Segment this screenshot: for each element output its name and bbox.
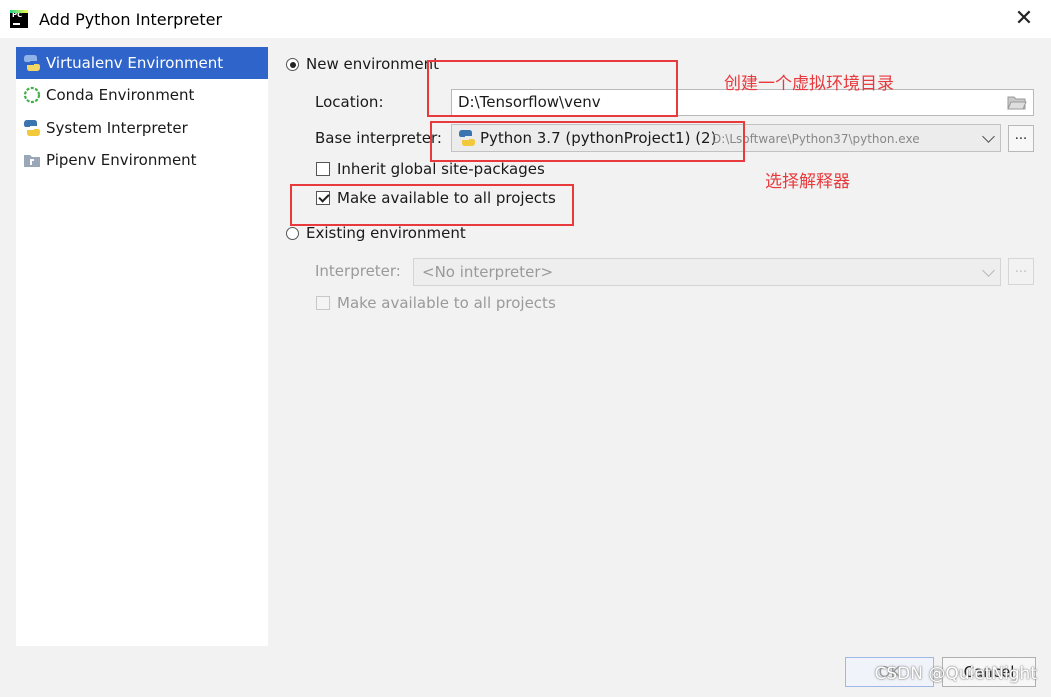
sidebar-item-label: Virtualenv Environment: [46, 54, 224, 72]
interpreter-highlight-box: [430, 121, 745, 162]
existing-environment-label: Existing environment: [306, 224, 466, 242]
base-interpreter-label: Base interpreter:: [315, 129, 442, 147]
chevron-down-icon: [982, 264, 995, 277]
make-available-highlight-box: [290, 184, 574, 226]
watermark: CSDN @QuietNight: [874, 664, 1037, 684]
interpreter-value: <No interpreter>: [422, 263, 554, 281]
existing-environment-radio[interactable]: [286, 227, 299, 240]
interpreter-label: Interpreter:: [315, 262, 401, 280]
window-title: Add Python Interpreter: [39, 10, 223, 29]
title-bar: PC Add Python Interpreter ✕: [0, 0, 1051, 38]
browse-interpreter-button[interactable]: ...: [1008, 258, 1034, 285]
existing-make-available-checkbox[interactable]: [316, 296, 330, 310]
chevron-down-icon: [982, 130, 995, 143]
interpreter-combo[interactable]: <No interpreter>: [413, 258, 1001, 286]
pycharm-icon: PC: [10, 10, 28, 28]
new-environment-label: New environment: [306, 55, 440, 73]
virtualenv-icon: [22, 53, 42, 73]
inherit-site-packages-checkbox[interactable]: [316, 162, 330, 176]
location-label: Location:: [315, 93, 384, 111]
annotation-interpreter-note: 选择解释器: [765, 172, 850, 192]
sidebar-item-pipenv[interactable]: Pipenv Environment: [16, 144, 268, 176]
inherit-site-packages-label: Inherit global site-packages: [337, 160, 545, 178]
conda-icon: [22, 85, 42, 105]
existing-make-available-label: Make available to all projects: [337, 294, 556, 312]
sidebar-item-system[interactable]: System Interpreter: [16, 112, 268, 144]
annotation-location-note: 创建一个虚拟环境目录: [724, 74, 894, 94]
sidebar-item-virtualenv[interactable]: Virtualenv Environment: [16, 47, 268, 79]
close-icon[interactable]: ✕: [1011, 6, 1037, 32]
sidebar-item-label: System Interpreter: [46, 119, 188, 137]
pipenv-icon: [22, 150, 42, 170]
python-icon: [22, 118, 42, 138]
new-environment-radio[interactable]: [286, 58, 299, 71]
sidebar-item-label: Pipenv Environment: [46, 151, 197, 169]
folder-icon[interactable]: [1007, 95, 1027, 114]
environment-type-list: Virtualenv Environment Conda Environment…: [16, 47, 268, 646]
sidebar-item-conda[interactable]: Conda Environment: [16, 79, 268, 111]
sidebar-item-label: Conda Environment: [46, 86, 195, 104]
location-highlight-box: [427, 60, 678, 117]
browse-base-interpreter-button[interactable]: ...: [1008, 125, 1034, 152]
